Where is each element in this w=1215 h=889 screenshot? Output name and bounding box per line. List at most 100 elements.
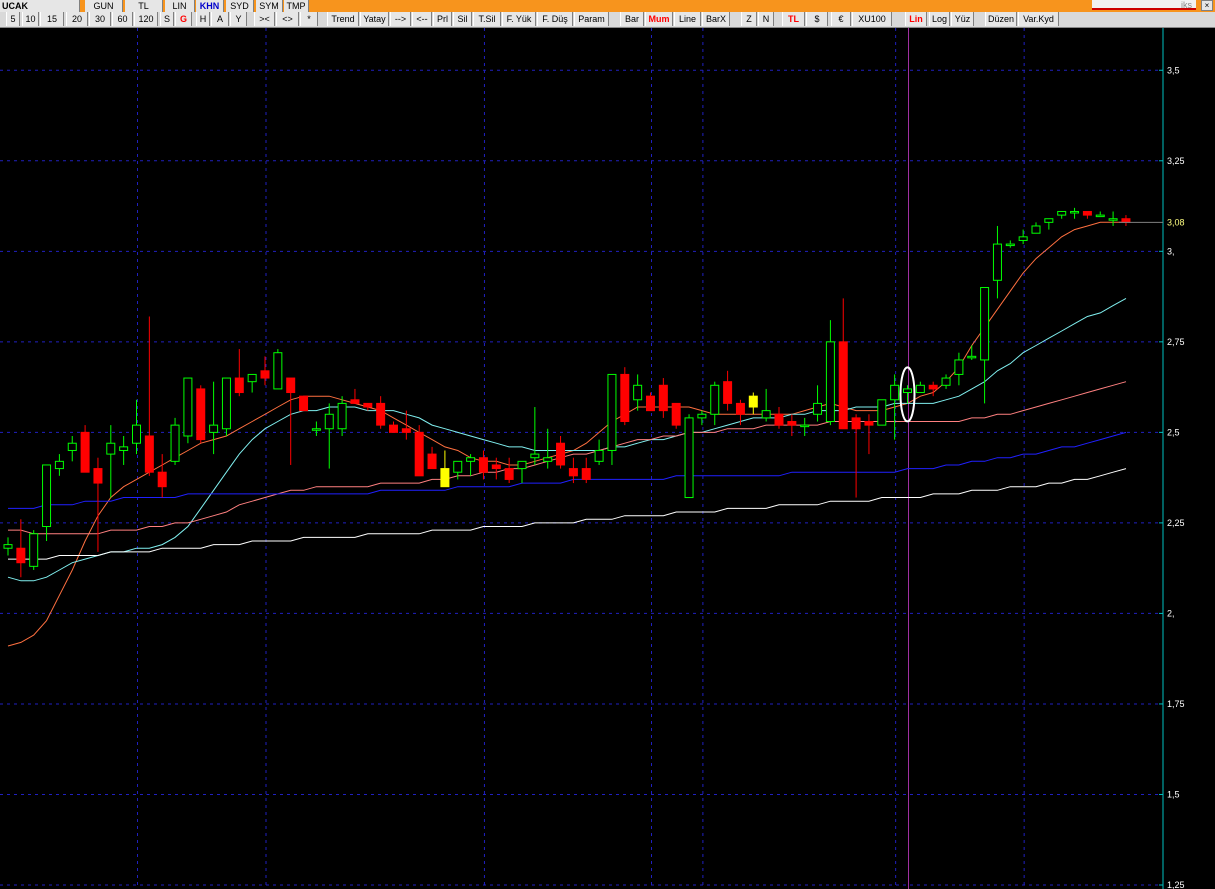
toolbar-button-28[interactable]: BarX [702, 12, 730, 26]
candle-body[interactable] [620, 373, 630, 423]
candle-body[interactable] [299, 395, 309, 412]
toolbar-button-17[interactable]: --> [390, 12, 411, 26]
top-item-sym[interactable]: SYM [256, 0, 283, 12]
toolbar-button-13[interactable]: <> [276, 12, 299, 26]
toolbar-button-33[interactable]: € [831, 12, 851, 26]
candle-body[interactable] [851, 417, 861, 430]
candle-body[interactable] [286, 377, 296, 394]
candle-body[interactable] [491, 464, 501, 470]
candle-body[interactable] [1082, 210, 1092, 216]
toolbar-button-12[interactable]: >< [254, 12, 275, 26]
candle-body[interactable] [671, 402, 681, 426]
toolbar-button-30[interactable]: N [758, 12, 774, 26]
candle-body[interactable] [1005, 243, 1015, 247]
candle-body[interactable] [581, 468, 591, 480]
toolbar-button-3[interactable]: 20 [66, 12, 88, 26]
toolbar-button-36[interactable]: Log [929, 12, 950, 26]
candle-body[interactable] [980, 287, 990, 361]
candle-body[interactable] [1057, 210, 1067, 216]
toolbar-button-10[interactable]: A [211, 12, 229, 26]
toolbar-button-26[interactable]: Mum [645, 12, 673, 26]
candle-body[interactable] [864, 421, 874, 426]
top-item-tmp[interactable]: TMP [284, 0, 309, 12]
toolbar-button-37[interactable]: Yüz [951, 12, 974, 26]
candle-body[interactable] [247, 373, 257, 383]
candle-body[interactable] [466, 457, 476, 462]
toolbar-button-1[interactable]: 10 [22, 12, 39, 26]
candle-body[interactable] [414, 431, 424, 477]
toolbar-button-7[interactable]: S [160, 12, 174, 26]
toolbar-button-35[interactable]: Lin [905, 12, 927, 26]
toolbar-button-9[interactable]: H [196, 12, 210, 26]
candle-body[interactable] [440, 468, 450, 488]
candle-body[interactable] [221, 377, 231, 430]
toolbar-button-21[interactable]: T.Sil [473, 12, 501, 26]
candle-body[interactable] [311, 428, 321, 431]
candle-body[interactable] [209, 424, 219, 433]
top-item-tl[interactable]: TL [125, 0, 163, 12]
toolbar-button-24[interactable]: Param [574, 12, 609, 26]
top-item-lin[interactable]: LIN [165, 0, 195, 12]
candle-body[interactable] [42, 464, 52, 528]
toolbar-button-29[interactable]: Z [741, 12, 757, 26]
candle-body[interactable] [54, 460, 64, 470]
candle-body[interactable] [967, 355, 977, 359]
candle-body[interactable] [761, 410, 771, 419]
candle-body[interactable] [119, 446, 129, 451]
top-item-syd[interactable]: SYD [226, 0, 254, 12]
candle-body[interactable] [684, 417, 694, 499]
toolbar-button-4[interactable]: 30 [89, 12, 111, 26]
candle-body[interactable] [928, 384, 938, 390]
candle-body[interactable] [1108, 218, 1118, 221]
candle-body[interactable] [234, 377, 244, 394]
candle-body[interactable] [93, 468, 103, 484]
candle-body[interactable] [915, 384, 925, 394]
candle-body[interactable] [877, 399, 887, 426]
candle-body[interactable] [658, 384, 668, 412]
toolbar-button-38[interactable]: Düzen [985, 12, 1017, 26]
candle-body[interactable] [633, 384, 643, 401]
toolbar-button-25[interactable]: Bar [620, 12, 644, 26]
candle-body[interactable] [954, 359, 964, 375]
candle-body[interactable] [890, 384, 900, 401]
candle-body[interactable] [530, 453, 540, 459]
candle-body[interactable] [787, 421, 797, 426]
toolbar-button-5[interactable]: 60 [112, 12, 133, 26]
toolbar-button-20[interactable]: Sil [453, 12, 472, 26]
candle-body[interactable] [903, 388, 912, 394]
toolbar-button-19[interactable]: Prl [433, 12, 452, 26]
candle-body[interactable] [1031, 225, 1041, 234]
candle-body[interactable] [838, 341, 848, 430]
candle-body[interactable] [710, 384, 720, 415]
toolbar-button-27[interactable]: Line [674, 12, 701, 26]
toolbar-button-32[interactable]: $ [806, 12, 828, 26]
candle-body[interactable] [1070, 210, 1080, 214]
candle-body[interactable] [67, 442, 77, 451]
candle-body[interactable] [453, 460, 463, 473]
candle-body[interactable] [1044, 218, 1054, 223]
candle-body[interactable] [607, 373, 617, 451]
top-item-gun[interactable]: GUN [85, 0, 123, 12]
candle-body[interactable] [363, 402, 373, 408]
candle-body[interactable] [748, 395, 758, 408]
toolbar-button-11[interactable]: Y [230, 12, 247, 26]
candle-body[interactable] [196, 388, 206, 441]
toolbar-button-0[interactable]: 5 [6, 12, 20, 26]
candle-body[interactable] [144, 435, 154, 473]
candle-body[interactable] [543, 457, 553, 462]
candle-body[interactable] [324, 413, 334, 430]
candle-body[interactable] [594, 449, 604, 462]
candle-body[interactable] [504, 468, 514, 480]
candle-body[interactable] [157, 471, 167, 488]
candle-body[interactable] [260, 370, 270, 379]
candle-body[interactable] [723, 381, 733, 404]
toolbar-button-34[interactable]: XU100 [852, 12, 892, 26]
toolbar-button-22[interactable]: F. Yük [502, 12, 536, 26]
price-chart[interactable]: 1,25 1,5 1,75 2, 2,25 2,5 2,75 3, 3,25 3,5 3,08 [0, 28, 1215, 889]
candle-body[interactable] [16, 547, 26, 564]
candle-body[interactable] [80, 431, 90, 473]
toolbar-button-14[interactable]: * [300, 12, 318, 26]
candle-body[interactable] [427, 453, 437, 470]
candle-body[interactable] [389, 424, 398, 433]
candle-body[interactable] [29, 533, 39, 567]
